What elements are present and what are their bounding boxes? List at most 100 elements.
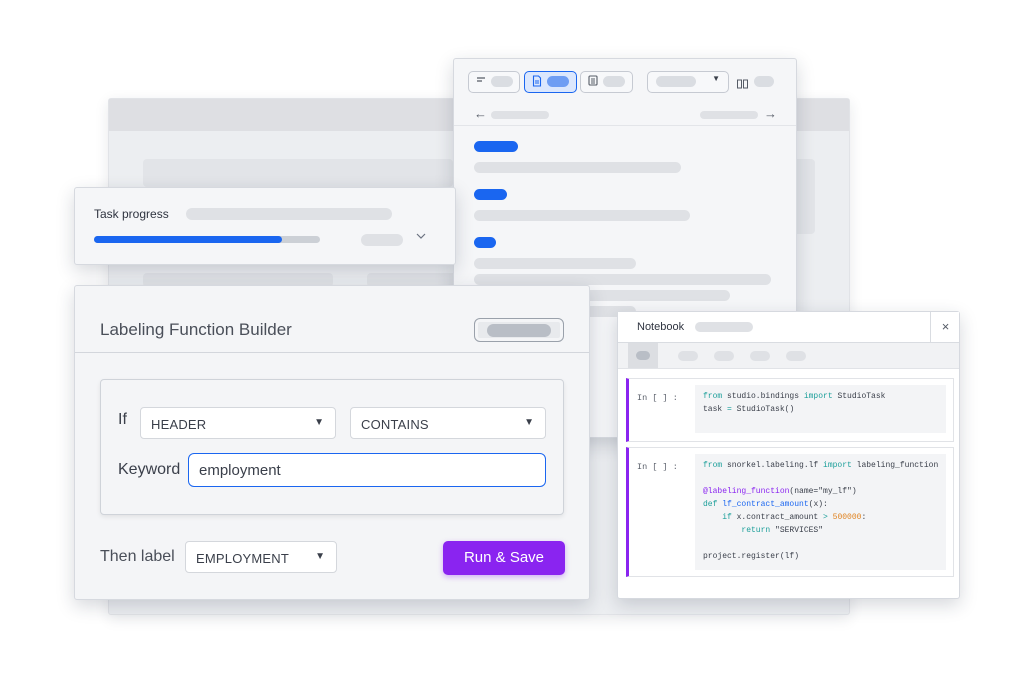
toolbar-tab[interactable] <box>750 351 770 361</box>
keyword-label: Keyword <box>118 461 181 478</box>
then-label: Then label <box>100 548 175 565</box>
view-table-button[interactable] <box>580 71 633 93</box>
highlight-placeholder <box>474 189 507 200</box>
view-text-button[interactable] <box>468 71 520 93</box>
placeholder-line <box>474 274 771 285</box>
notebook-cell[interactable]: In [ ] : from studio.bindings import Stu… <box>626 378 954 442</box>
code-block[interactable]: from snorkel.labeling.lf import labeling… <box>695 454 946 570</box>
placeholder-pill <box>361 234 403 246</box>
placeholder-block <box>143 159 453 187</box>
code-line: from studio.bindings import StudioTask <box>703 390 938 403</box>
code-line: def lf_contract_amount(x): <box>703 498 938 511</box>
placeholder-pill <box>754 76 774 87</box>
code-token: import <box>803 392 833 401</box>
label-select[interactable]: EMPLOYMENT ▼ <box>185 541 337 573</box>
close-icon[interactable]: × <box>930 312 960 342</box>
progress-bar <box>94 236 320 243</box>
notebook-toolbar <box>618 343 959 369</box>
builder-title: Labeling Function Builder <box>100 320 292 339</box>
cell-prompt: In [ ] : <box>637 462 678 472</box>
toolbar-tab[interactable] <box>678 351 698 361</box>
placeholder-line <box>474 258 636 269</box>
code-line: task = StudioTask() <box>703 403 938 416</box>
run-save-button[interactable]: Run & Save <box>443 541 565 575</box>
field-select-value: HEADER <box>151 417 207 432</box>
placeholder-line <box>186 208 392 220</box>
chevron-down-icon[interactable] <box>416 231 426 243</box>
code-token: def <box>703 500 718 509</box>
field-select[interactable]: HEADER ▼ <box>140 407 336 439</box>
columns-icon[interactable] <box>737 76 749 94</box>
placeholder-pill <box>603 76 625 87</box>
operator-select-value: CONTAINS <box>361 417 429 432</box>
label-select-value: EMPLOYMENT <box>196 551 290 566</box>
code-token: from <box>703 392 723 401</box>
code-token: @labeling_function <box>703 487 790 496</box>
arrow-left-icon[interactable]: ← <box>474 106 487 121</box>
notebook-title: Notebook <box>637 321 685 333</box>
toolbar-tab-active[interactable] <box>628 343 658 368</box>
highlight-placeholder <box>474 237 496 248</box>
code-token: task <box>703 405 728 414</box>
toolbar-tab[interactable] <box>714 351 734 361</box>
builder-header-button[interactable] <box>474 318 564 342</box>
code-line: return "SERVICES" <box>703 524 938 537</box>
rule-condition-box: If HEADER ▼ CONTAINS ▼ Keyword <box>100 379 564 515</box>
placeholder-pill <box>547 76 569 87</box>
progress-bar-fill <box>94 236 282 243</box>
code-token: StudioTask() <box>731 405 795 414</box>
chevron-down-icon: ▼ <box>315 551 325 562</box>
code-line: @labeling_function(name="my_lf") <box>703 485 938 498</box>
code-line: project.register(lf) <box>703 550 938 563</box>
placeholder-pill <box>656 76 696 87</box>
placeholder-pill <box>636 351 650 360</box>
placeholder-line <box>474 162 681 173</box>
code-token: from <box>703 461 723 470</box>
code-token: x.contract_amount <box>731 513 824 522</box>
placeholder-pill <box>695 322 753 332</box>
placeholder-line <box>700 111 758 119</box>
keyword-input[interactable] <box>188 453 546 487</box>
placeholder-pill <box>491 76 513 87</box>
arrow-right-icon[interactable]: → <box>764 106 777 121</box>
code-line: if x.contract_amount > 500000: <box>703 511 938 524</box>
code-token: lf_contract_amount <box>722 500 809 509</box>
code-token: StudioTask <box>832 392 886 401</box>
view-document-button[interactable] <box>524 71 577 93</box>
chevron-down-icon: ▼ <box>712 74 720 83</box>
lines-icon <box>476 75 486 88</box>
code-block[interactable]: from studio.bindings import StudioTask ta… <box>695 385 946 433</box>
code-token: (x): <box>808 500 828 509</box>
chevron-down-icon: ▼ <box>524 417 534 428</box>
code-line: from snorkel.labeling.lf import labeling… <box>703 459 938 472</box>
code-token: "SERVICES" <box>770 526 824 535</box>
toolbar-tab[interactable] <box>786 351 806 361</box>
cell-prompt: In [ ] : <box>637 393 678 403</box>
task-progress-card: Task progress <box>74 187 456 265</box>
code-token: import <box>823 461 852 470</box>
labeling-function-builder: Labeling Function Builder If HEADER ▼ CO… <box>74 285 590 600</box>
code-token: (name="my_lf") <box>789 487 857 496</box>
code-token: 500000 <box>832 513 862 522</box>
chevron-down-icon: ▼ <box>314 417 324 428</box>
code-token: studio.bindings <box>722 392 804 401</box>
code-token: : <box>861 513 867 522</box>
task-progress-title: Task progress <box>94 207 169 221</box>
code-token: snorkel.labeling.lf <box>722 461 824 470</box>
code-token: if <box>722 513 732 522</box>
operator-select[interactable]: CONTAINS ▼ <box>350 407 546 439</box>
code-token: labeling_function <box>851 461 939 470</box>
placeholder-line <box>474 210 690 221</box>
notebook-window: Notebook × In [ ] : from studio.bindings… <box>617 311 960 599</box>
highlight-placeholder <box>474 141 518 152</box>
table-icon <box>588 75 598 89</box>
document-icon <box>532 75 542 90</box>
notebook-cell[interactable]: In [ ] : from snorkel.labeling.lf import… <box>626 447 954 577</box>
placeholder-line <box>491 111 549 119</box>
placeholder-pill <box>487 324 551 337</box>
dropdown-select[interactable]: ▼ <box>647 71 729 93</box>
